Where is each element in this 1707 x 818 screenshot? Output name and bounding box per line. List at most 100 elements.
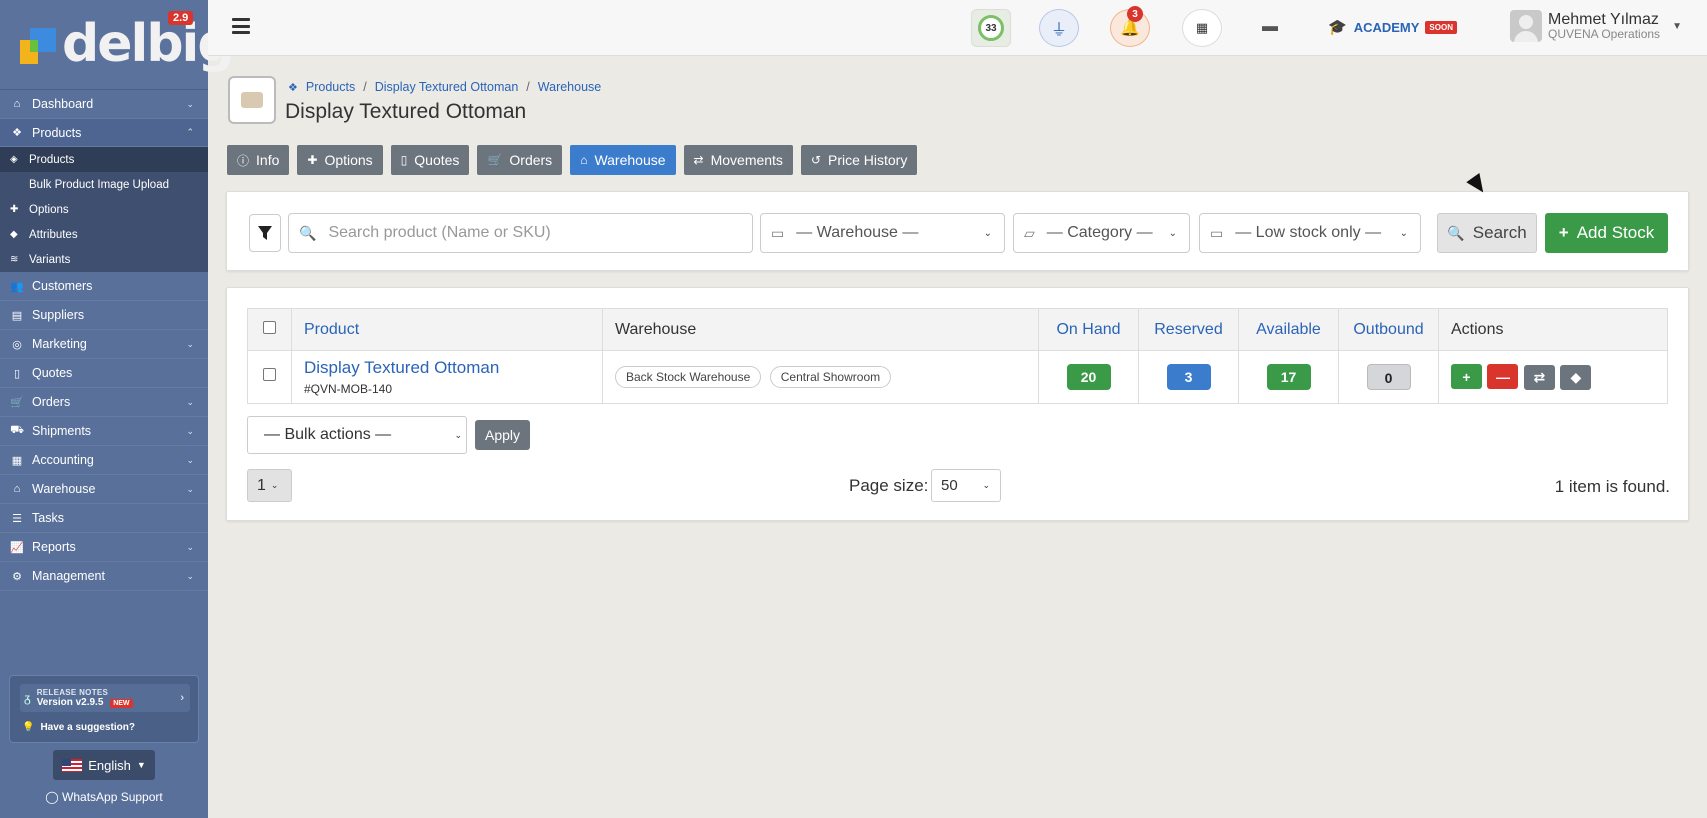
on-hand-badge: 20 <box>1066 364 1111 390</box>
sidebar-subitem-options[interactable]: ✚ Options <box>0 197 208 222</box>
outbound-cell: 0 <box>1338 350 1439 404</box>
sidebar-item-management[interactable]: ⚙ Management ⌄ <box>0 562 208 591</box>
sidebar-item-marketing[interactable]: ◎ Marketing ⌄ <box>0 330 208 359</box>
breadcrumb-products[interactable]: Products <box>306 80 355 94</box>
actions-cell: + — ⇄ ◆ <box>1438 350 1668 404</box>
chevron-down-icon: ⌄ <box>1399 227 1408 239</box>
add-stock-row-button[interactable]: + <box>1451 364 1482 390</box>
transfer-stock-button[interactable]: ⇄ <box>1523 364 1555 390</box>
sidebar-item-suppliers[interactable]: ▤ Suppliers <box>0 301 208 330</box>
header-warehouse: Warehouse <box>602 308 1039 351</box>
score-button[interactable]: 33 <box>971 9 1011 47</box>
header-on-hand[interactable]: On Hand <box>1038 308 1139 351</box>
academy-link[interactable]: 🎓 ACADEMY SOON <box>1328 18 1457 36</box>
warehouse-icon: ⌂ <box>13 483 21 495</box>
warehouse-tag: Back Stock Warehouse <box>615 366 762 388</box>
breadcrumb-product[interactable]: Display Textured Ottoman <box>375 80 519 94</box>
sidebar-item-quotes[interactable]: ▯ Quotes <box>0 359 208 388</box>
user-menu[interactable]: Mehmet Yılmaz QUVENA Operations ▼ <box>1510 10 1682 42</box>
tab-price-history[interactable]: ↺ Price History <box>800 145 918 175</box>
plugin-button[interactable]: ⏚ <box>1039 9 1079 47</box>
sidebar-subitem-products[interactable]: ◈ Products <box>0 147 208 172</box>
filter-toggle-button[interactable] <box>249 214 281 252</box>
language-selector[interactable]: English ▼ <box>53 750 155 780</box>
us-flag-icon <box>62 758 83 772</box>
cubes-icon: ❖ <box>288 81 298 94</box>
calendar-button[interactable]: ▦ <box>1182 9 1222 47</box>
header-outbound[interactable]: Outbound <box>1338 308 1439 351</box>
select-all-checkbox[interactable] <box>263 320 276 334</box>
bullseye-icon: ◎ <box>12 338 22 351</box>
on-hand-cell: 20 <box>1038 350 1139 404</box>
sidebar-subitem-bulk-image-upload[interactable]: Bulk Product Image Upload <box>0 172 208 197</box>
add-stock-button[interactable]: + Add Stock <box>1545 213 1668 253</box>
plus-icon: + <box>1558 223 1569 242</box>
tag-button[interactable]: ◆ <box>1560 364 1592 390</box>
remove-stock-button[interactable]: — <box>1487 364 1519 390</box>
tab-orders[interactable]: 🛒 Orders <box>477 145 563 175</box>
page-size-select[interactable]: 50 ⌄ <box>931 469 1001 502</box>
logo[interactable]: delbig 2.9 <box>0 0 235 90</box>
search-placeholder: Search product (Name or SKU) <box>328 224 551 241</box>
sidebar-item-label: Dashboard <box>32 97 94 111</box>
sidebar-item-label: Products <box>32 125 82 140</box>
user-org: QUVENA Operations <box>1548 27 1661 41</box>
sidebar-item-label: Marketing <box>32 337 87 351</box>
release-notes-link[interactable]: ᵹ RELEASE NOTES Version v2.9.5 NEW › <box>20 684 190 712</box>
category-select[interactable]: ▱ — Category — ⌄ <box>1013 213 1190 253</box>
whatsapp-support-link[interactable]: ◯ WhatsApp Support <box>0 790 208 804</box>
sidebar-item-label: Shipments <box>32 424 92 438</box>
menu-toggle-icon[interactable] <box>232 18 250 34</box>
tab-quotes[interactable]: ▯ Quotes <box>390 145 470 175</box>
sidebar-item-tasks[interactable]: ☰ Tasks <box>0 504 208 533</box>
low-stock-select[interactable]: ▭ — Low stock only — ⌄ <box>1199 213 1421 253</box>
product-name-link[interactable]: Display Textured Ottoman <box>304 358 590 378</box>
row-checkbox[interactable] <box>263 368 276 381</box>
tab-label: Info <box>256 152 280 168</box>
breadcrumb: ❖ Products / Display Textured Ottoman / … <box>288 80 601 94</box>
sidebar-subitem-label: Options <box>29 203 69 216</box>
page-value: 1 <box>257 476 266 494</box>
notifications-button[interactable]: 🔔 3 <box>1110 6 1150 47</box>
sidebar-item-accounting[interactable]: ▦ Accounting ⌄ <box>0 446 208 475</box>
header-available[interactable]: Available <box>1238 308 1339 351</box>
gears-icon: ⚙ <box>12 570 22 583</box>
sidebar-subitem-variants[interactable]: ≋ Variants <box>0 247 208 272</box>
warehouse-icon: ⌂ <box>580 153 588 167</box>
chevron-right-icon: › <box>180 692 184 704</box>
header-product[interactable]: Product <box>291 308 603 351</box>
chevron-down-icon: ⌄ <box>454 429 462 440</box>
sidebar-item-shipments[interactable]: ⛟ Shipments ⌄ <box>0 417 208 446</box>
breadcrumb-warehouse[interactable]: Warehouse <box>538 80 601 94</box>
book-icon: ▤ <box>11 309 23 322</box>
sidebar-subitem-attributes[interactable]: ◆ Attributes <box>0 222 208 247</box>
store-button[interactable]: ▬ <box>1262 18 1278 36</box>
tab-movements[interactable]: ⇄ Movements <box>683 145 793 175</box>
search-button[interactable]: 🔍 Search <box>1437 213 1537 253</box>
sidebar-item-reports[interactable]: 📈 Reports ⌄ <box>0 533 208 562</box>
release-version-line: Version v2.9.5 NEW <box>37 697 133 708</box>
warehouse-icon: ▭ <box>771 224 785 241</box>
search-input[interactable]: 🔍 Search product (Name or SKU) <box>288 213 753 253</box>
header-reserved[interactable]: Reserved <box>1138 308 1239 351</box>
warehouse-select[interactable]: ▭ — Warehouse — ⌄ <box>760 213 1005 253</box>
sidebar-item-products[interactable]: ❖ Products ⌃ <box>0 119 208 147</box>
page-title: Display Textured Ottoman <box>285 100 527 123</box>
battery-low-icon: ▭ <box>1210 224 1224 241</box>
tab-options[interactable]: ✚ Options <box>297 145 383 175</box>
product-cell: Display Textured Ottoman #QVN-MOB-140 <box>291 350 603 404</box>
list-icon: ☰ <box>12 512 22 525</box>
chevron-down-icon: ⌄ <box>186 338 194 349</box>
sidebar-item-dashboard[interactable]: ⌂ Dashboard ⌄ <box>0 90 208 119</box>
sidebar-item-customers[interactable]: 👥 Customers <box>0 272 208 301</box>
topbar: 33 ⏚ 🔔 3 ▦ ▬ 🎓 ACADEMY SOON Mehmet Yılma… <box>208 0 1707 56</box>
page-select[interactable]: 1 ⌄ <box>247 469 292 502</box>
suggestion-label: Have a suggestion? <box>40 722 135 733</box>
sidebar-item-warehouse[interactable]: ⌂ Warehouse ⌄ <box>0 475 208 504</box>
apply-button[interactable]: Apply <box>475 420 530 450</box>
sidebar-item-orders[interactable]: 🛒 Orders ⌄ <box>0 388 208 417</box>
tab-info[interactable]: ⓘ Info <box>227 145 290 175</box>
tab-warehouse[interactable]: ⌂ Warehouse <box>570 145 676 175</box>
bulk-actions-select[interactable]: — Bulk actions — ⌄ <box>247 416 467 454</box>
suggestion-link[interactable]: 💡 Have a suggestion? <box>22 722 135 733</box>
